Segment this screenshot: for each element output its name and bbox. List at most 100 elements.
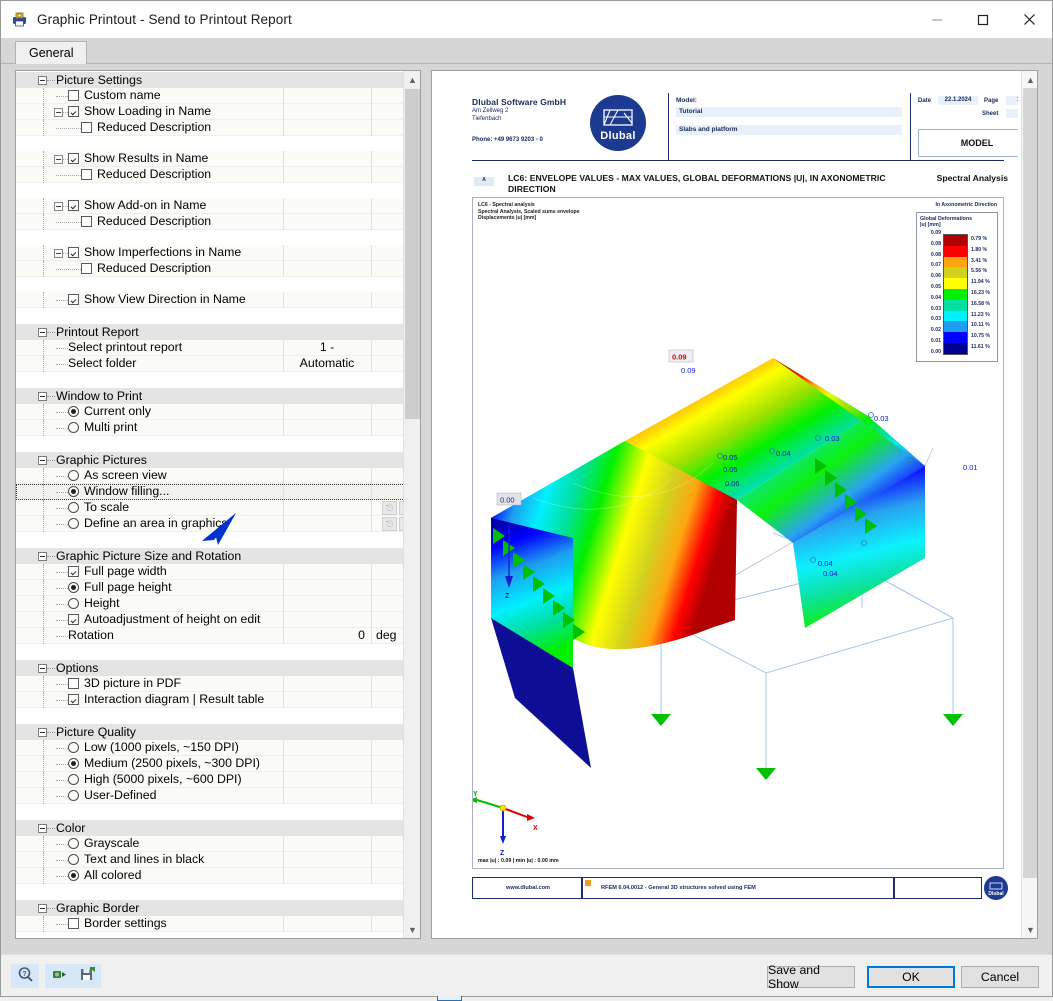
tree-scroll-thumb[interactable] [405, 89, 420, 419]
tree-group-header[interactable]: Options [16, 659, 405, 676]
radio-2[interactable] [68, 774, 79, 785]
radio-1[interactable] [68, 422, 79, 433]
minimize-button[interactable] [914, 1, 960, 38]
tree-row[interactable]: Select folder Automatic [16, 356, 405, 372]
preview-scroll-down-icon[interactable]: ▼ [1022, 921, 1037, 938]
tree-row[interactable]: Reduced Description [16, 120, 405, 136]
radio-1[interactable] [68, 486, 79, 497]
tree-row[interactable]: Reduced Description [16, 261, 405, 277]
checkbox-13[interactable] [68, 294, 79, 305]
checkbox-3[interactable] [68, 614, 79, 625]
tree-row[interactable]: Full page width [16, 564, 405, 580]
checkbox-1[interactable] [68, 694, 79, 705]
preview-scrollbar[interactable]: ▲ ▼ [1021, 71, 1037, 938]
scroll-down-icon[interactable]: ▼ [404, 921, 420, 938]
radio-2[interactable] [68, 502, 79, 513]
tree-row[interactable]: Text and lines in black [16, 852, 405, 868]
radio-0[interactable] [68, 742, 79, 753]
tree-row[interactable]: To scale⎋✖ [16, 500, 414, 516]
maximize-button[interactable] [960, 1, 1006, 38]
collapse-icon[interactable] [38, 904, 47, 913]
collapse-icon[interactable] [38, 824, 47, 833]
tree-row[interactable]: Show Loading in Name [16, 104, 405, 120]
collapse-icon[interactable] [38, 728, 47, 737]
tree-row[interactable]: Custom name [16, 88, 405, 104]
checkbox-2[interactable] [81, 122, 92, 133]
tree-row[interactable]: Medium (2500 pixels, ~300 DPI) [16, 756, 405, 772]
export-settings-button[interactable] [45, 964, 73, 988]
radio-0[interactable] [68, 838, 79, 849]
scroll-up-icon[interactable]: ▲ [404, 71, 420, 88]
checkbox-7[interactable] [68, 200, 79, 211]
tree-row[interactable]: All colored [16, 868, 405, 884]
collapse-icon[interactable] [54, 249, 63, 258]
tree-row[interactable]: Border settings [16, 916, 405, 932]
tree-row[interactable]: As screen view [16, 468, 405, 484]
save-and-show-button[interactable]: Save and Show [767, 963, 855, 991]
checkbox-0[interactable] [68, 566, 79, 577]
collapse-icon[interactable] [54, 155, 63, 164]
radio-3[interactable] [68, 790, 79, 801]
tree-row[interactable]: High (5000 pixels, ~600 DPI) [16, 772, 405, 788]
radio-0[interactable] [68, 470, 79, 481]
tree-row[interactable]: Window filling... [16, 484, 405, 500]
tree-row[interactable]: Reduced Description [16, 214, 405, 230]
tree-row-value[interactable]: 0 [283, 628, 365, 642]
tab-general[interactable]: General [15, 41, 88, 65]
model-graphic[interactable]: LC6 - Spectral analysis Spectral Analysi… [472, 197, 1004, 869]
tree-row[interactable]: Rotation 0 deg [16, 628, 405, 644]
collapse-icon[interactable] [38, 392, 47, 401]
tree-row[interactable]: Grayscale [16, 836, 405, 852]
tree-row[interactable]: Low (1000 pixels, ~150 DPI) [16, 740, 405, 756]
radio-2[interactable] [68, 870, 79, 881]
radio-1[interactable] [68, 758, 79, 769]
tree-row[interactable]: Autoadjustment of height on edit [16, 612, 405, 628]
tree-group-header[interactable]: Printout Report [16, 323, 405, 340]
pick-icon[interactable]: ⎋ [382, 517, 397, 531]
tree-row[interactable]: Show Add-on in Name [16, 198, 405, 214]
pick-icon[interactable]: ⎋ [382, 501, 397, 515]
cancel-button[interactable]: Cancel [961, 966, 1039, 988]
close-button[interactable] [1006, 1, 1052, 38]
collapse-icon[interactable] [38, 76, 47, 85]
radio-1[interactable] [68, 854, 79, 865]
tree-scrollbar[interactable]: ▲ ▼ [403, 71, 420, 938]
tree-row[interactable]: Current only [16, 404, 405, 420]
collapse-icon[interactable] [54, 108, 63, 117]
radio-1[interactable] [68, 582, 79, 593]
checkbox-0[interactable] [68, 678, 79, 689]
checkbox-11[interactable] [81, 263, 92, 274]
radio-2[interactable] [68, 598, 79, 609]
tree-row-value[interactable]: Automatic [283, 356, 371, 370]
radio-0[interactable] [68, 406, 79, 417]
collapse-icon[interactable] [38, 328, 47, 337]
radio-3[interactable] [68, 518, 79, 529]
tree-row[interactable]: Interaction diagram | Result table [16, 692, 405, 708]
collapse-icon[interactable] [54, 202, 63, 211]
checkbox-0[interactable] [68, 90, 79, 101]
tree-row[interactable]: User-Defined [16, 788, 405, 804]
tree-group-header[interactable]: Picture Quality [16, 723, 405, 740]
preview-scroll-up-icon[interactable]: ▲ [1022, 71, 1037, 88]
help-button[interactable]: ? [11, 964, 39, 988]
checkbox-10[interactable] [68, 247, 79, 258]
collapse-icon[interactable] [38, 552, 47, 561]
checkbox-5[interactable] [81, 169, 92, 180]
tree-group-header[interactable]: Color [16, 819, 405, 836]
tree-group-header[interactable]: Graphic Border [16, 899, 405, 916]
tree-row[interactable]: Show Results in Name [16, 151, 405, 167]
tree-row[interactable]: Height [16, 596, 405, 612]
tree-row[interactable]: Define an area in graphics⎋✖ [16, 516, 414, 532]
collapse-icon[interactable] [38, 456, 47, 465]
tree-row[interactable]: Full page height [16, 580, 405, 596]
tree-group-header[interactable]: Graphic Picture Size and Rotation [16, 547, 405, 564]
tree-group-header[interactable]: Window to Print [16, 387, 405, 404]
tree-row-value[interactable]: 1 - [283, 340, 371, 354]
checkbox-1[interactable] [68, 106, 79, 117]
tree-row[interactable]: Show View Direction in Name [16, 292, 405, 308]
tree-group-header[interactable]: Graphic Pictures [16, 451, 405, 468]
tree-row[interactable]: Select printout report 1 - [16, 340, 405, 356]
tree-row[interactable]: Multi print [16, 420, 405, 436]
tree-group-header[interactable]: Picture Settings [16, 71, 405, 88]
checkbox-8[interactable] [81, 216, 92, 227]
